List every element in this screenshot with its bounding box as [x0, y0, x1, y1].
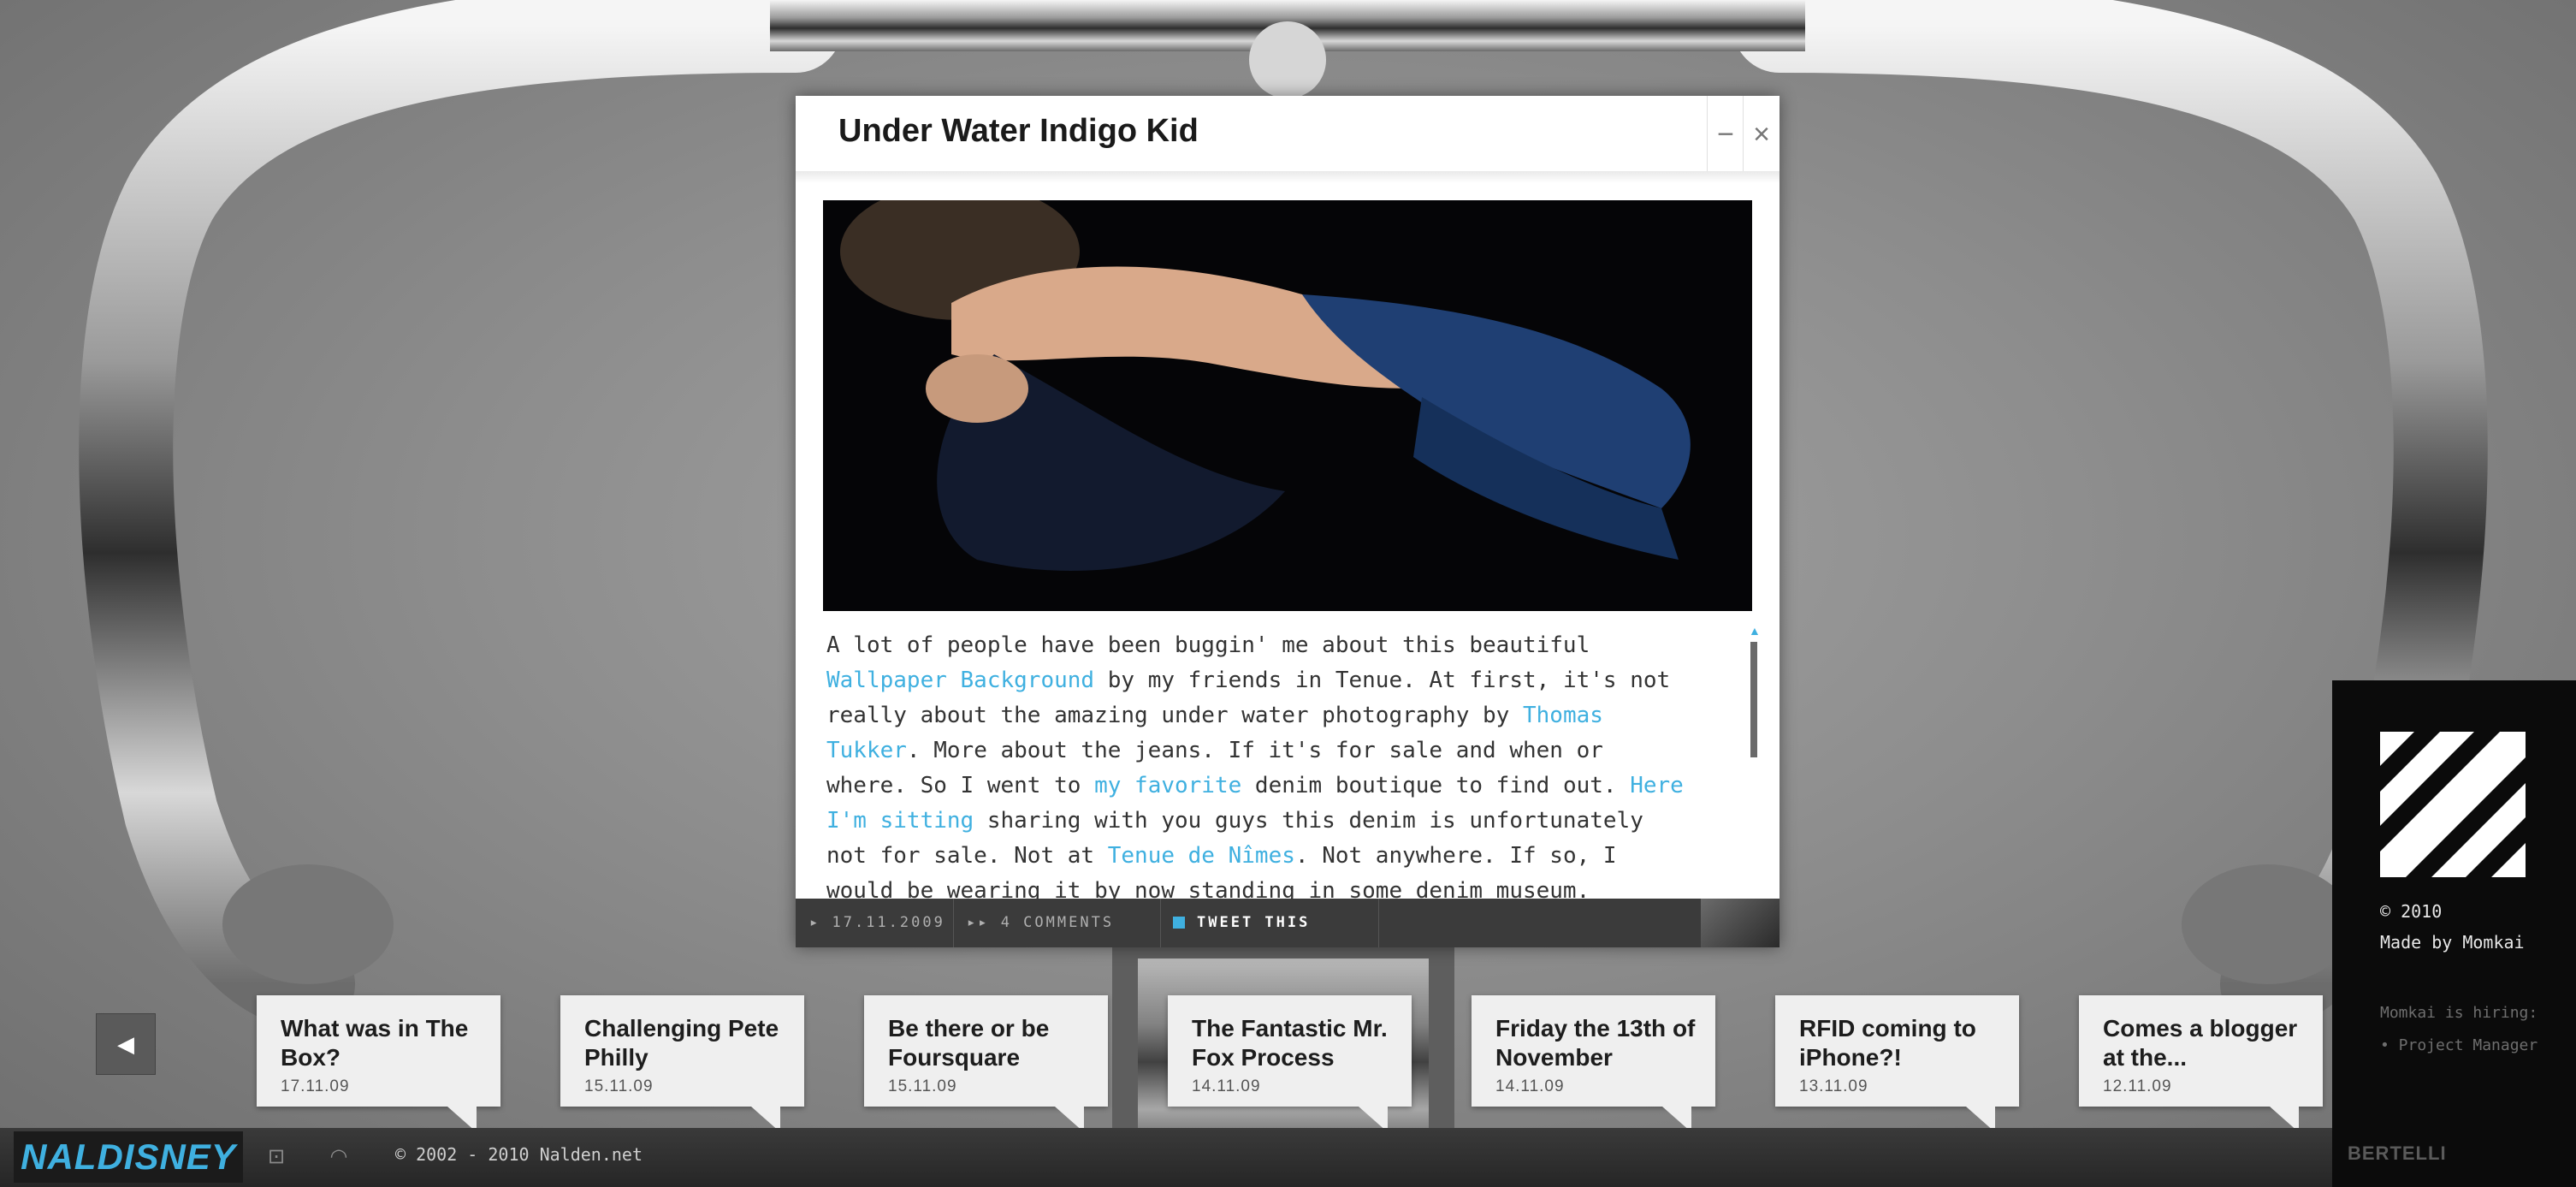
naldisney-logo[interactable]: NALDISNEY	[14, 1131, 243, 1183]
body-link[interactable]: my favorite	[1094, 773, 1241, 798]
minimize-button[interactable]: −	[1707, 96, 1744, 173]
stripes-logo-icon	[2380, 732, 2526, 877]
post-card-date: 15.11.09	[584, 1077, 654, 1095]
made-by-link[interactable]: Made by Momkai	[2380, 927, 2525, 958]
post-card-date: 17.11.09	[281, 1077, 350, 1095]
post-card-date: 15.11.09	[888, 1077, 957, 1095]
scroll-up-icon[interactable]: ▲	[1749, 625, 1761, 637]
popup-title: Under Water Indigo Kid	[838, 113, 1199, 149]
post-card-title: Challenging Pete Philly	[584, 1015, 779, 1071]
carousel-prev-button[interactable]: ◀	[96, 1013, 156, 1075]
twitter-icon	[1173, 917, 1185, 929]
footer-copyright: © 2002 - 2010 Nalden.net	[395, 1144, 643, 1165]
post-card-title: Comes a blogger at the...	[2103, 1015, 2298, 1071]
body-text: A lot of people have been buggin' me abo…	[826, 632, 1590, 658]
post-card-title: Friday the 13th of November	[1495, 1015, 1696, 1071]
post-card-date: 14.11.09	[1495, 1077, 1565, 1095]
title-divider	[796, 171, 1780, 183]
post-card[interactable]: Be there or be Foursquare 15.11.09	[864, 995, 1108, 1132]
hiring-label: Momkai is hiring:	[2380, 1004, 2538, 1022]
post-card[interactable]: The Fantastic Mr. Fox Process 14.11.09	[1168, 995, 1412, 1132]
tweet-this-button[interactable]: TWEET THIS	[1159, 899, 1379, 947]
post-card-title: What was in The Box?	[281, 1015, 469, 1071]
tweet-label: TWEET THIS	[1197, 914, 1311, 931]
post-image	[823, 200, 1752, 611]
momkai-logo[interactable]	[2380, 732, 2526, 877]
rss-icon[interactable]: ◠	[323, 1143, 354, 1171]
post-card-date: 12.11.09	[2103, 1077, 2172, 1095]
body-text: denim boutique to find out.	[1241, 773, 1631, 798]
scrollbar[interactable]: ▲	[1749, 625, 1761, 890]
side-credits: © 2010 Made by Momkai	[2380, 896, 2525, 958]
post-card[interactable]: Friday the 13th of November 14.11.09	[1472, 995, 1715, 1132]
author-avatar	[1701, 899, 1780, 947]
comments-link[interactable]: ▸▸ 4 COMMENTS	[953, 899, 1161, 947]
body-link[interactable]: Tenue de Nîmes	[1108, 843, 1295, 869]
post-card-title: Be there or be Foursquare	[888, 1015, 1050, 1071]
side-copyright: © 2010	[2380, 901, 2443, 922]
bertelli-brand: BERTELLI	[2348, 1142, 2447, 1164]
scrollbar-thumb[interactable]	[1750, 642, 1757, 757]
post-popup-window: Under Water Indigo Kid − × A lot of peop…	[796, 96, 1780, 947]
post-card[interactable]: RFID coming to iPhone?! 13.11.09	[1775, 995, 2019, 1132]
post-card-date: 13.11.09	[1799, 1077, 1868, 1095]
post-card-title: RFID coming to iPhone?!	[1799, 1015, 1976, 1071]
popup-footer: ▸ 17.11.2009 ▸▸ 4 COMMENTS TWEET THIS	[796, 899, 1780, 947]
body-link[interactable]: Wallpaper Background	[826, 668, 1094, 693]
post-card[interactable]: What was in The Box? 17.11.09	[257, 995, 500, 1132]
underwater-photo	[823, 200, 1752, 611]
bookmark-icon[interactable]: ⊡	[261, 1143, 292, 1171]
post-date: ▸ 17.11.2009	[796, 899, 954, 947]
job-link-project-manager[interactable]: • Project Manager	[2380, 1030, 2538, 1062]
post-card[interactable]: Comes a blogger at the... 12.11.09	[2079, 995, 2323, 1132]
post-card[interactable]: Challenging Pete Philly 15.11.09	[560, 995, 804, 1132]
side-panel: © 2010 Made by Momkai Momkai is hiring: …	[2332, 680, 2576, 1187]
post-card-date: 14.11.09	[1192, 1077, 1261, 1095]
hiring-section: Momkai is hiring: • Project Manager	[2380, 997, 2538, 1062]
post-card-title: The Fantastic Mr. Fox Process	[1192, 1015, 1388, 1071]
close-button[interactable]: ×	[1743, 96, 1780, 173]
